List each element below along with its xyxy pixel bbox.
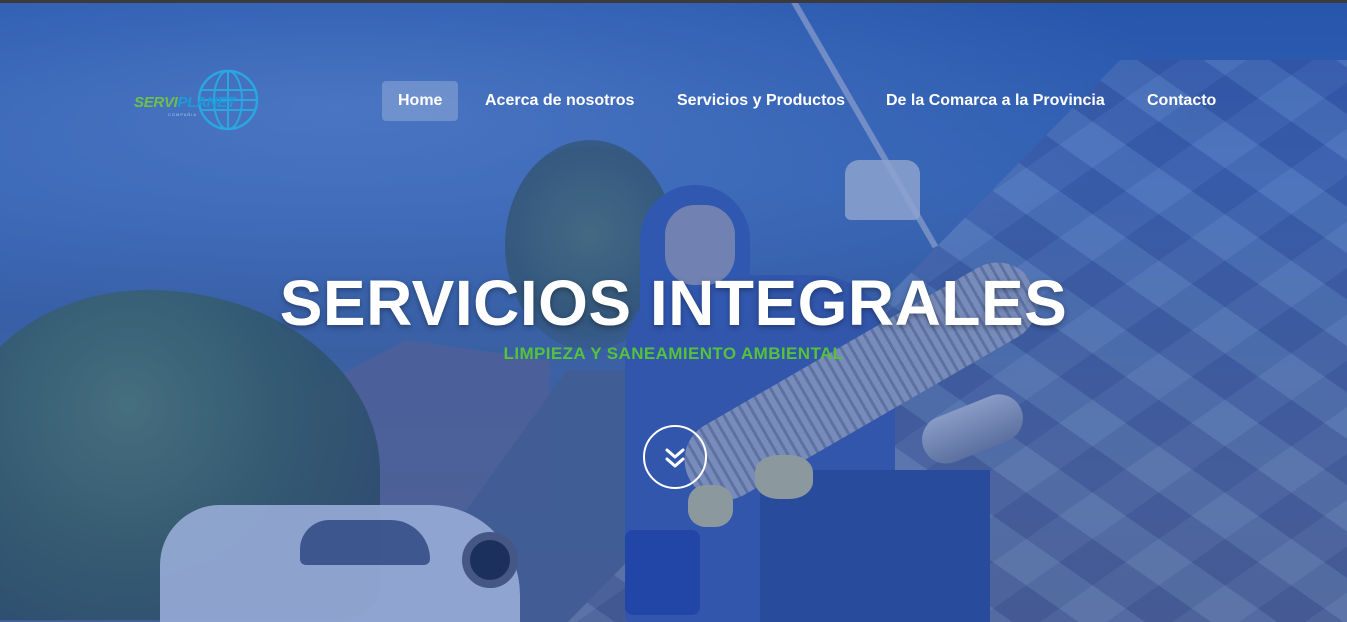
logo-wordmark: SERVIPLANET xyxy=(134,94,236,111)
top-border xyxy=(0,0,1347,3)
hero-subtitle: LIMPIEZA Y SANEAMIENTO AMBIENTAL xyxy=(503,344,844,363)
scroll-down-button[interactable] xyxy=(643,425,707,489)
nav-item-acerca[interactable]: Acerca de nosotros xyxy=(485,81,634,121)
logo-prefix: SERVI xyxy=(134,94,178,111)
logo-tagline: COMPAÑIA xyxy=(168,112,198,117)
nav-item-contacto[interactable]: Contacto xyxy=(1147,81,1216,121)
site-logo[interactable]: SERVIPLANET COMPAÑIA xyxy=(130,68,270,134)
logo-suffix: PLANET xyxy=(177,94,237,111)
nav-item-comarca[interactable]: De la Comarca a la Provincia xyxy=(886,81,1105,121)
nav-item-home[interactable]: Home xyxy=(382,81,459,121)
double-chevron-down-icon xyxy=(665,448,685,468)
hero-title: SERVICIOS INTEGRALES xyxy=(279,267,1068,339)
nav-item-servicios[interactable]: Servicios y Productos xyxy=(677,81,845,121)
